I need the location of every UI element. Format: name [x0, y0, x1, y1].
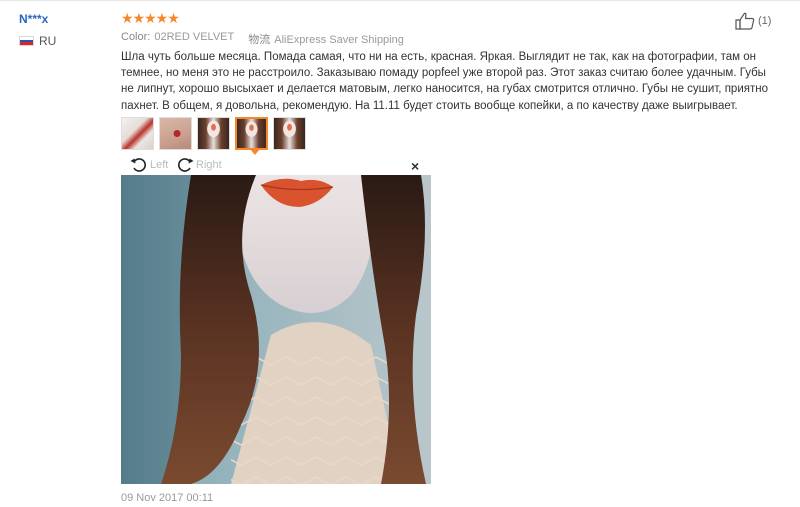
- photo-thumbnail-active[interactable]: [235, 117, 268, 150]
- country-code: RU: [39, 34, 57, 48]
- review-photo-image: [121, 175, 431, 484]
- rotate-left-button[interactable]: Left: [130, 157, 168, 173]
- photo-thumbnail[interactable]: [197, 117, 230, 150]
- top-divider: [0, 0, 800, 1]
- rotate-right-button[interactable]: Right: [176, 157, 222, 173]
- rotate-right-icon: [178, 158, 194, 172]
- thumbnail-image: [237, 119, 266, 148]
- rotate-right-label: Right: [196, 159, 222, 171]
- color-label: Color:: [121, 31, 151, 43]
- review-text: Шла чуть больше месяца. Помада самая, чт…: [121, 51, 768, 112]
- photo-thumbnail[interactable]: [121, 117, 154, 150]
- photo-thumbnails: [121, 117, 306, 150]
- review-photo: [121, 175, 431, 484]
- thumbnail-image: [198, 118, 229, 149]
- close-icon[interactable]: ×: [411, 158, 419, 174]
- rotate-left-icon: [130, 158, 146, 172]
- review-meta: Color: 02RED VELVET 物流 AliExpress Saver Sh…: [121, 31, 404, 47]
- thumbnail-image: [122, 118, 153, 149]
- active-thumbnail-pointer: [250, 149, 260, 155]
- color-info: Color: 02RED VELVET: [121, 31, 234, 47]
- star-rating: ★★★★★: [121, 10, 180, 26]
- thumbnail-image: [274, 118, 305, 149]
- review-date: 09 Nov 2017 00:11: [121, 492, 214, 504]
- shipping-info: 物流 AliExpress Saver Shipping: [248, 31, 404, 47]
- thumbs-up-icon: [735, 12, 755, 30]
- russia-flag-icon: [19, 36, 34, 46]
- reviewer-country: RU: [19, 34, 56, 48]
- photo-thumbnail[interactable]: [273, 117, 306, 150]
- image-viewer-toolbar: Left Right ×: [121, 157, 431, 175]
- shipping-label: 物流: [248, 34, 271, 46]
- helpful-button[interactable]: (1): [735, 12, 771, 30]
- reviewer-name[interactable]: N***x: [19, 12, 48, 26]
- thumbnail-image: [160, 118, 191, 149]
- photo-thumbnail[interactable]: [159, 117, 192, 150]
- shipping-value: AliExpress Saver Shipping: [274, 34, 404, 46]
- rotate-left-label: Left: [150, 159, 169, 171]
- helpful-count: (1): [758, 15, 772, 27]
- color-value: 02RED VELVET: [154, 31, 235, 43]
